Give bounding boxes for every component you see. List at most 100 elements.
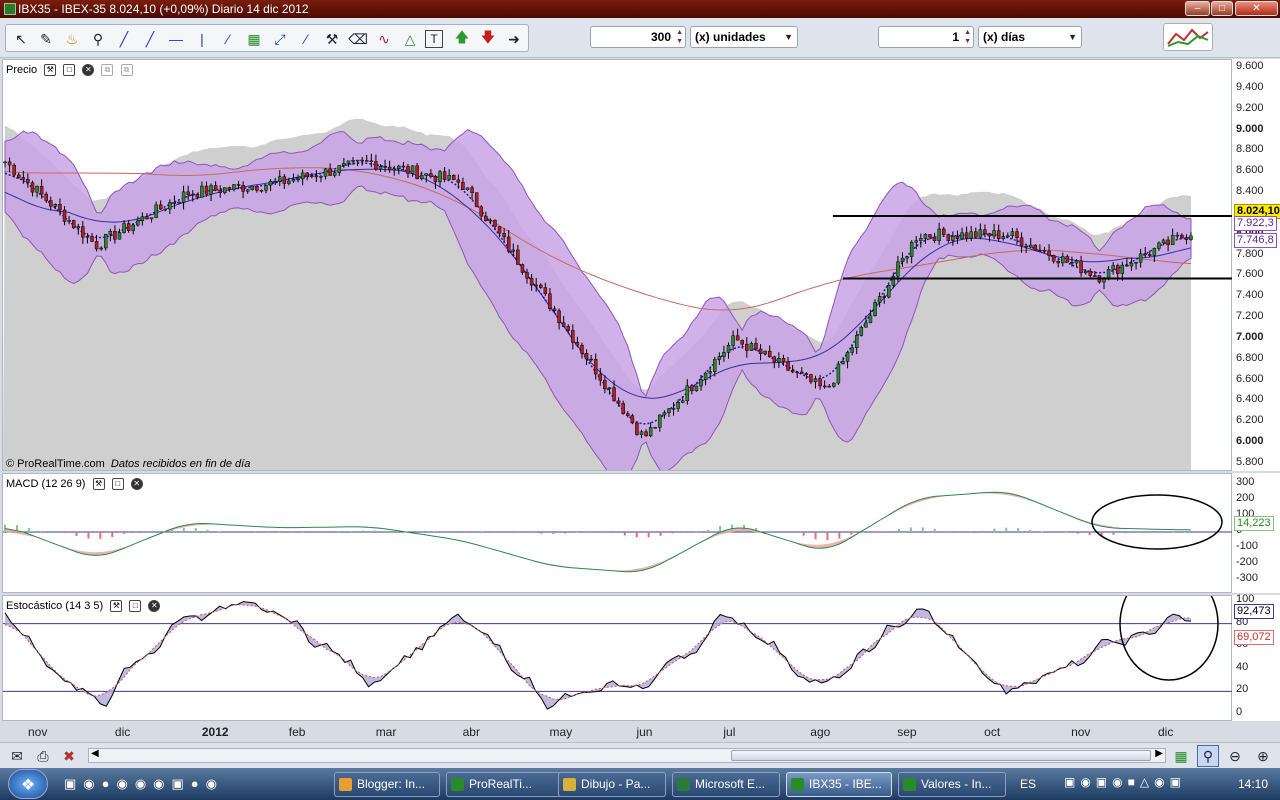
fibonacci-icon[interactable]: ▦ [243,28,265,50]
trading-mode-button[interactable] [1163,23,1213,51]
candle-body [690,385,694,392]
paste-icon[interactable]: ⧉ [120,64,133,77]
stepper-arrows-icon[interactable]: ▲ ▼ [676,28,683,46]
candle-body [1088,270,1093,276]
print-icon[interactable]: ⎙ [32,745,54,767]
cancel-icon[interactable]: ✖ [58,745,80,767]
scroll-left-icon[interactable]: ◀ [91,748,99,759]
alarm-icon[interactable]: ♨ [61,28,83,50]
candle-body [845,352,850,362]
candle-body [177,201,181,204]
triangle-icon[interactable]: △ [399,28,421,50]
candle-body [190,194,195,196]
minimize-button[interactable]: – [1185,1,1210,16]
period-unit-select[interactable]: (x) días ▼ [978,26,1082,48]
candle-body [1148,254,1152,256]
taskbar-item-excel[interactable]: Microsoft E... [672,772,780,797]
copy-icon[interactable]: ⧉ [101,64,114,77]
candle-body [571,330,575,343]
zoom-icon[interactable]: ⚲ [87,28,109,50]
close-button[interactable]: ✕ [1235,1,1278,16]
exit-arrow-icon[interactable]: ➜ [503,28,525,50]
price-axis[interactable]: 9.6009.4009.2009.0008.8008.6008.4008.200… [1232,59,1280,471]
stepper-arrows-icon[interactable]: ▲ ▼ [964,28,971,46]
ruler-icon[interactable]: ✎ [35,28,57,50]
candle-body [447,174,451,180]
macd-histogram-bar [218,531,221,532]
stochastic-chart[interactable] [3,596,1233,720]
wrench-icon[interactable]: ⚒ [92,478,105,491]
axis-tick-label: -100 [1236,540,1259,552]
trendline-icon[interactable]: ╱ [113,28,135,50]
trash-icon[interactable]: ⌫ [347,28,369,50]
close-panel-icon[interactable]: ✕ [82,64,95,77]
start-button[interactable]: ❖ [8,769,48,799]
sell-arrow-icon[interactable]: 🡇 [477,28,499,50]
candle-body [452,174,456,181]
candle-body [213,185,218,191]
scroll-right-icon[interactable]: ▶ [1155,748,1163,759]
zoom-range-icon[interactable]: ⚲ [1197,745,1219,767]
wrench-icon[interactable]: ⚒ [110,600,123,613]
taskbar-item-blogger[interactable]: Blogger: In... [334,772,440,797]
macd-histogram-bar [897,528,900,532]
line-icon[interactable]: ╱ [139,28,161,50]
macd-histogram-bar [63,532,66,534]
window-icon[interactable]: □ [129,600,142,613]
taskbar-item-prorealtime[interactable]: ProRealTi... [446,772,562,797]
macd-axis[interactable]: 3002001000-100-200-300 [1232,473,1280,593]
candle-body [195,194,200,198]
zoom-in-icon[interactable]: ⊕ [1252,745,1274,767]
fan-icon[interactable]: ⤢ [269,28,291,50]
price-chart[interactable] [3,60,1233,470]
parallel-lines-icon[interactable]: ∕ [295,28,317,50]
candle-body [209,185,213,195]
period-stepper[interactable]: 1 ▲ ▼ [878,26,974,48]
zoom-out-icon[interactable]: ⊖ [1224,745,1246,767]
close-panel-icon[interactable]: ✕ [148,600,161,613]
window-icon[interactable]: □ [111,478,124,491]
candle-body [406,166,410,174]
quantity-unit-select[interactable]: (x) unidades ▼ [690,26,798,48]
system-tray[interactable]: ▣◉▣◉■△◉▣ [1064,775,1186,789]
clock[interactable]: 14:10 [1238,777,1268,791]
quantity-stepper[interactable]: 300 ▲ ▼ [590,26,686,48]
price-panel[interactable]: Precio ⚒ □ ✕ ⧉ ⧉ © ProRealTime.com Datos… [2,59,1233,471]
pointer-icon[interactable]: ↖ [10,28,32,50]
candle-body [259,190,264,192]
candle-body [850,347,854,353]
quick-launch[interactable]: ▣◉●◉◉◉▣●◉ [64,776,224,792]
pattern-icon[interactable]: ∿ [373,28,395,50]
candle-body [456,179,461,183]
taskbar-item-paint[interactable]: Dibujo - Pa... [558,772,666,797]
stochastic-panel[interactable]: Estocástico (14 3 5) ⚒ □ ✕ [2,595,1233,721]
scrollbar-thumb[interactable] [731,750,1151,761]
vertical-line-icon[interactable]: | [191,28,213,50]
maximize-button[interactable]: □ [1211,1,1233,16]
channel-icon[interactable]: ⁄ [217,28,239,50]
candle-body [1024,245,1028,248]
candle-body [694,385,699,392]
macd-panel[interactable]: MACD (12 26 9) ⚒ □ ✕ [2,473,1233,593]
wrench-icon[interactable]: ⚒ [44,64,57,77]
axis-tick-label: 7.400 [1236,289,1264,302]
candle-body [584,353,589,360]
horizontal-scrollbar[interactable]: ◀ ▶ [88,748,1166,763]
horizontal-line-icon[interactable]: — [165,28,187,50]
taskbar-item-ibex[interactable]: IBX35 - IBE... [786,772,892,797]
mail-icon[interactable]: ✉ [6,745,28,767]
close-panel-icon[interactable]: ✕ [130,478,143,491]
taskbar-item-valores[interactable]: Valores - In... [898,772,1006,797]
tools-icon[interactable]: ⚒ [321,28,343,50]
window-icon[interactable]: □ [63,64,76,77]
chart-settings-icon[interactable]: ▦ [1170,745,1192,767]
text-icon[interactable]: T [425,30,443,48]
candle-body [1161,239,1166,244]
candle-body [905,256,909,259]
candle-body [919,238,923,241]
buy-arrow-icon[interactable]: 🡅 [451,28,473,50]
macd-histogram-bar [707,529,710,532]
macd-chart[interactable] [3,474,1233,592]
axis-tick-label: 300 [1236,476,1255,488]
language-indicator[interactable]: ES [1020,777,1036,791]
